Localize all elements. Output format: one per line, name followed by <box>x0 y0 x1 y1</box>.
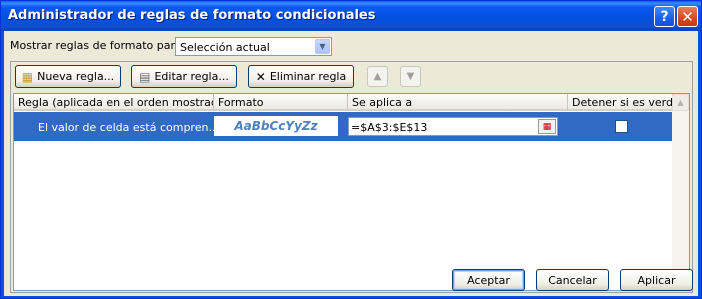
move-down-button[interactable]: ▼ <box>400 66 421 87</box>
new-rule-button[interactable]: ▦ Nueva regla... <box>15 65 121 88</box>
close-button[interactable]: ✕ <box>677 6 698 27</box>
stop-if-true-checkbox[interactable] <box>615 120 628 133</box>
arrow-down-icon: ▼ <box>406 71 415 82</box>
new-rule-icon: ▦ <box>21 69 34 84</box>
show-rules-dropdown[interactable]: Selección actual ▼ <box>175 37 332 56</box>
format-preview: AaBbCcYyZz <box>214 116 338 136</box>
dialog-title: Administrador de reglas de formato condi… <box>8 8 376 23</box>
vertical-scrollbar[interactable]: ▲ ▼ <box>672 94 689 290</box>
applies-to-input[interactable]: =$A$3:$E$13 ▦ <box>348 117 558 136</box>
dialog-window: Administrador de reglas de formato condi… <box>0 0 702 299</box>
help-button[interactable]: ? <box>654 6 675 27</box>
header-rule[interactable]: Regla (aplicada en el orden mostrado) <box>14 94 214 111</box>
dialog-body: Mostrar reglas de formato para: Selecció… <box>4 31 698 296</box>
header-stop-if-true[interactable]: Detener si es verdad <box>568 94 674 111</box>
show-rules-value: Selección actual <box>180 41 270 54</box>
show-rules-label: Mostrar reglas de formato para: <box>10 39 186 52</box>
edit-rule-icon: ▤ <box>139 69 151 84</box>
applies-to-value: =$A$3:$E$13 <box>351 121 428 134</box>
chevron-down-icon[interactable]: ▼ <box>315 39 330 54</box>
rule-description: El valor de celda está compren... <box>38 121 219 134</box>
rules-table: Regla (aplicada en el orden mostrado) Fo… <box>13 93 690 291</box>
delete-rule-label: Eliminar regla <box>269 70 347 83</box>
header-applies-to[interactable]: Se aplica a <box>348 94 568 111</box>
header-format[interactable]: Formato <box>214 94 348 111</box>
edit-rule-button[interactable]: ▤ Editar regla... <box>131 65 237 88</box>
edit-rule-label: Editar regla... <box>154 70 229 83</box>
title-bar[interactable]: Administrador de reglas de formato condi… <box>1 1 701 31</box>
table-row[interactable]: El valor de celda está compren... AaBbCc… <box>14 112 674 141</box>
rules-panel: ▦ Nueva regla... ▤ Editar regla... ✕ Eli… <box>10 61 693 293</box>
delete-icon: ✕ <box>255 69 266 84</box>
arrow-up-icon: ▲ <box>373 71 382 82</box>
apply-button[interactable]: Aplicar <box>620 269 693 291</box>
move-up-button[interactable]: ▲ <box>367 66 388 87</box>
delete-rule-button[interactable]: ✕ Eliminar regla <box>248 65 354 88</box>
range-select-icon[interactable]: ▦ <box>538 119 556 134</box>
ok-button[interactable]: Aceptar <box>452 269 525 291</box>
scroll-up-icon[interactable]: ▲ <box>672 94 689 111</box>
cancel-button[interactable]: Cancelar <box>536 269 609 291</box>
new-rule-label: Nueva regla... <box>37 70 115 83</box>
